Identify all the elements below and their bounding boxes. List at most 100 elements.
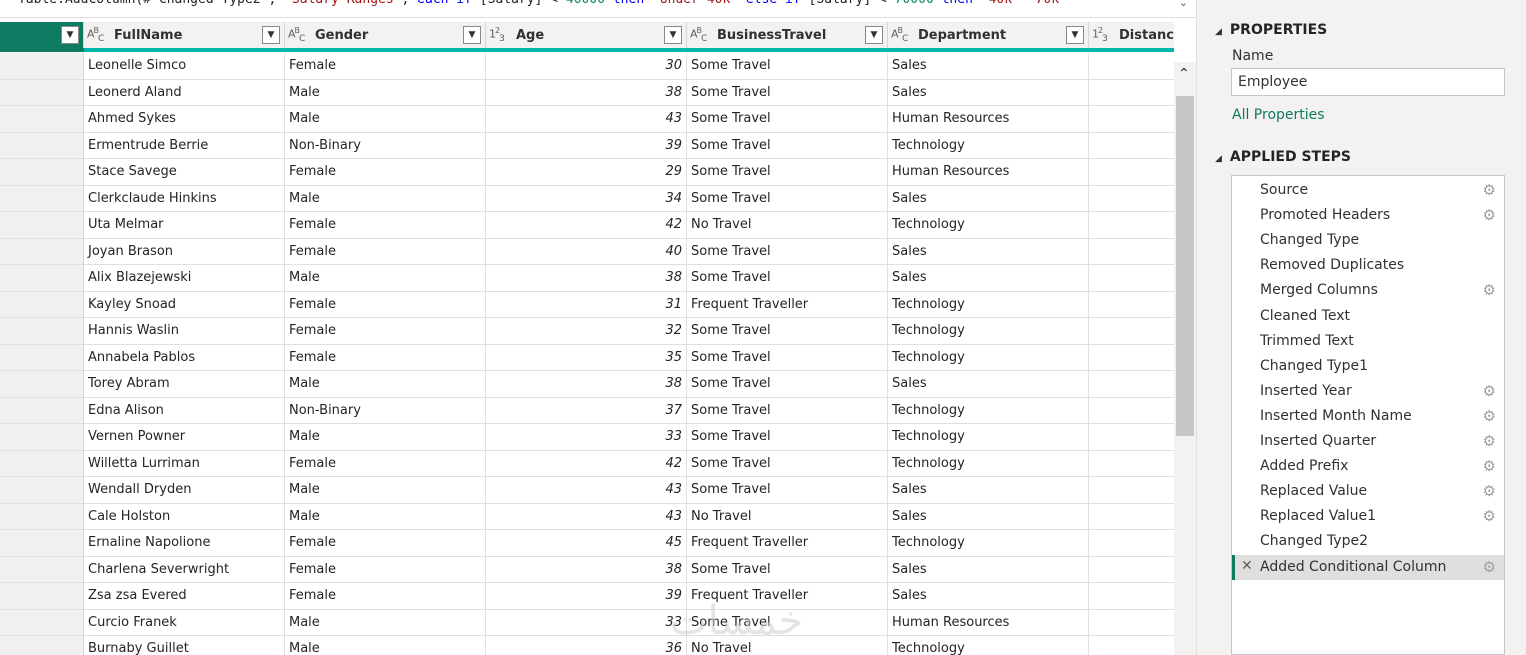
- row-index-cell[interactable]: [0, 53, 84, 80]
- cell-gender[interactable]: Female: [285, 450, 486, 477]
- cell-businesstravel[interactable]: Some Travel: [687, 609, 888, 636]
- row-index-cell[interactable]: [0, 477, 84, 504]
- cell-fullname[interactable]: Edna Alison: [84, 397, 285, 424]
- table-row[interactable]: Hannis Waslin Female 32 Some Travel Technolo…: [0, 318, 1174, 345]
- formula-text[interactable]: Table.AddColumn(#"Changed Type2", "Salar…: [18, 0, 1067, 9]
- row-index-cell[interactable]: [0, 424, 84, 451]
- collapse-caret-icon[interactable]: ◢: [1215, 27, 1222, 37]
- cell-fullname[interactable]: Annabela Pablos: [84, 344, 285, 371]
- cell-distancefrom[interactable]: [1089, 477, 1174, 504]
- cell-gender[interactable]: Male: [285, 636, 486, 655]
- cell-fullname[interactable]: Ernaline Napolione: [84, 530, 285, 557]
- cell-fullname[interactable]: Charlena Severwright: [84, 556, 285, 583]
- row-index-cell[interactable]: [0, 318, 84, 345]
- row-index-cell[interactable]: [0, 609, 84, 636]
- filter-dropdown-icon[interactable]: ▼: [664, 26, 682, 44]
- table-row[interactable]: Vernen Powner Male 33 Some Travel Technology: [0, 424, 1174, 451]
- table-row[interactable]: Ermentrude Berrie Non-Binary 39 Some Travel…: [0, 132, 1174, 159]
- cell-fullname[interactable]: Stace Savege: [84, 159, 285, 186]
- cell-department[interactable]: Human Resources: [888, 106, 1089, 133]
- cell-fullname[interactable]: Ermentrude Berrie: [84, 132, 285, 159]
- cell-department[interactable]: Technology: [888, 291, 1089, 318]
- cell-department[interactable]: Technology: [888, 318, 1089, 345]
- cell-department[interactable]: Sales: [888, 477, 1089, 504]
- cell-department[interactable]: Technology: [888, 212, 1089, 239]
- row-index-cell[interactable]: [0, 530, 84, 557]
- cell-businesstravel[interactable]: Some Travel: [687, 185, 888, 212]
- cell-distancefrom[interactable]: [1089, 530, 1174, 557]
- cell-age[interactable]: 39: [486, 583, 687, 610]
- cell-distancefrom[interactable]: [1089, 53, 1174, 80]
- row-index-cell[interactable]: [0, 583, 84, 610]
- row-index-cell[interactable]: [0, 397, 84, 424]
- cell-age[interactable]: 34: [486, 185, 687, 212]
- applied-step-item[interactable]: Replaced Value ⚙: [1232, 479, 1504, 504]
- cell-fullname[interactable]: Torey Abram: [84, 371, 285, 398]
- cell-age[interactable]: 30: [486, 53, 687, 80]
- applied-step-item[interactable]: Source ⚙: [1232, 178, 1504, 203]
- applied-step-item[interactable]: Inserted Year ⚙: [1232, 379, 1504, 404]
- applied-step-item[interactable]: Changed Type1: [1232, 354, 1504, 379]
- row-index-cell[interactable]: [0, 636, 84, 655]
- cell-distancefrom[interactable]: [1089, 424, 1174, 451]
- table-row[interactable]: Charlena Severwright Female 38 Some Travel S…: [0, 556, 1174, 583]
- cell-age[interactable]: 43: [486, 106, 687, 133]
- cell-gender[interactable]: Female: [285, 159, 486, 186]
- cell-gender[interactable]: Female: [285, 212, 486, 239]
- vertical-scrollbar[interactable]: ⌃: [1174, 62, 1196, 655]
- table-row[interactable]: Willetta Lurriman Female 42 Some Travel Tech…: [0, 450, 1174, 477]
- cell-distancefrom[interactable]: [1089, 371, 1174, 398]
- cell-department[interactable]: Sales: [888, 583, 1089, 610]
- cell-fullname[interactable]: Vernen Powner: [84, 424, 285, 451]
- row-index-cell[interactable]: [0, 503, 84, 530]
- cell-businesstravel[interactable]: Some Travel: [687, 159, 888, 186]
- applied-step-item[interactable]: Removed Duplicates: [1232, 253, 1504, 278]
- cell-department[interactable]: Human Resources: [888, 609, 1089, 636]
- cell-distancefrom[interactable]: [1089, 106, 1174, 133]
- applied-step-item[interactable]: Added Prefix ⚙: [1232, 454, 1504, 479]
- cell-businesstravel[interactable]: Some Travel: [687, 132, 888, 159]
- row-index-cell[interactable]: [0, 265, 84, 292]
- gear-icon[interactable]: ⚙: [1483, 281, 1496, 299]
- cell-businesstravel[interactable]: Some Travel: [687, 53, 888, 80]
- table-row[interactable]: Alix Blazejewski Male 38 Some Travel Sales: [0, 265, 1174, 292]
- text-type-icon[interactable]: ABC: [87, 26, 104, 44]
- all-properties-link[interactable]: All Properties: [1232, 107, 1325, 123]
- cell-businesstravel[interactable]: Some Travel: [687, 238, 888, 265]
- cell-gender[interactable]: Male: [285, 106, 486, 133]
- row-index-cell[interactable]: [0, 556, 84, 583]
- cell-distancefrom[interactable]: [1089, 636, 1174, 655]
- filter-dropdown-icon[interactable]: ▼: [865, 26, 883, 44]
- cell-distancefrom[interactable]: [1089, 212, 1174, 239]
- text-type-icon[interactable]: ABC: [690, 26, 707, 44]
- cell-distancefrom[interactable]: [1089, 345, 1174, 371]
- cell-distancefrom[interactable]: [1089, 451, 1174, 477]
- table-row[interactable]: Kayley Snoad Female 31 Frequent Traveller Te…: [0, 291, 1174, 318]
- cell-gender[interactable]: Male: [285, 185, 486, 212]
- cell-distancefrom[interactable]: [1089, 186, 1174, 212]
- cell-businesstravel[interactable]: Some Travel: [687, 371, 888, 398]
- cell-age[interactable]: 32: [486, 318, 687, 345]
- number-type-icon[interactable]: 123: [489, 26, 505, 44]
- cell-gender[interactable]: Male: [285, 609, 486, 636]
- column-header-age[interactable]: 123 Age ▼: [486, 22, 687, 48]
- table-row[interactable]: Leonerd Aland Male 38 Some Travel Sales: [0, 79, 1174, 106]
- cell-age[interactable]: 39: [486, 132, 687, 159]
- table-row[interactable]: Cale Holston Male 43 No Travel Sales: [0, 503, 1174, 530]
- cell-gender[interactable]: Female: [285, 583, 486, 610]
- properties-header[interactable]: ◢ PROPERTIES: [1215, 22, 1327, 38]
- row-index-cell[interactable]: [0, 159, 84, 186]
- cell-fullname[interactable]: Clerkclaude Hinkins: [84, 185, 285, 212]
- filter-dropdown-icon[interactable]: ▼: [262, 26, 280, 44]
- cell-businesstravel[interactable]: Some Travel: [687, 477, 888, 504]
- cell-fullname[interactable]: Leonerd Aland: [84, 79, 285, 106]
- row-index-cell[interactable]: [0, 371, 84, 398]
- cell-department[interactable]: Sales: [888, 556, 1089, 583]
- applied-step-item[interactable]: Inserted Month Name ⚙: [1232, 404, 1504, 429]
- cell-gender[interactable]: Male: [285, 371, 486, 398]
- cell-gender[interactable]: Male: [285, 477, 486, 504]
- cell-department[interactable]: Sales: [888, 503, 1089, 530]
- formula-bar[interactable]: Table.AddColumn(#"Changed Type2", "Salar…: [0, 0, 1196, 18]
- cell-department[interactable]: Sales: [888, 185, 1089, 212]
- column-header-distancefrom[interactable]: 123 DistanceFrom: [1089, 22, 1174, 48]
